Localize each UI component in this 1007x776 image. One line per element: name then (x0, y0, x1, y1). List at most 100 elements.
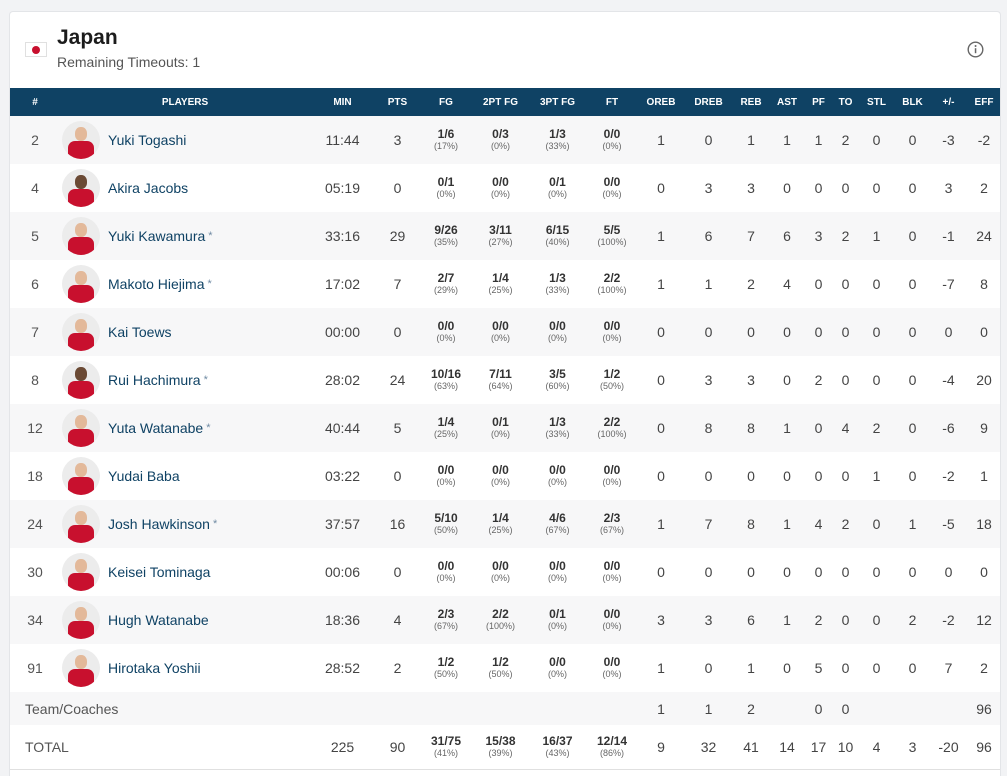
blk: 0 (908, 564, 917, 580)
team-name: Japan (57, 26, 118, 49)
fg: 5/10 (50%) (420, 500, 472, 548)
ast: 0 (783, 324, 791, 340)
stl: 1 (872, 468, 881, 484)
eff: 2 (980, 180, 988, 196)
dreb: 3 (704, 180, 713, 196)
to: 10 (837, 739, 854, 755)
player-name-link[interactable]: Yudai Baba (108, 468, 180, 484)
ast: 1 (783, 132, 791, 148)
fg-made-attempted: 5/10 (434, 511, 458, 525)
fg3: 4/6 (67%) (529, 500, 586, 548)
empty-plus-minus (931, 692, 966, 725)
ft: 0/0 (0%) (586, 548, 638, 596)
fg-percentage: (50%) (433, 669, 458, 679)
blk: 0 (908, 660, 917, 676)
empty-stl (859, 692, 894, 725)
fg3: 0/0 (0%) (529, 308, 586, 356)
blk: 1 (908, 516, 917, 532)
dreb: 0 (704, 468, 713, 484)
player-cell: Rui Hachimura * (60, 356, 310, 404)
oreb: 1 (657, 700, 665, 717)
player-name-link[interactable]: Hirotaka Yoshii (108, 660, 201, 676)
fg-percentage: (0%) (436, 333, 456, 343)
player-info: Akira Jacobs (60, 169, 310, 207)
pf: 4 (814, 516, 823, 532)
fg-made-attempted: 0/1 (437, 175, 455, 189)
empty-fg3 (529, 692, 586, 725)
fg2: 1/4 (25%) (472, 500, 529, 548)
ft: 0/0 (0%) (586, 116, 638, 164)
fg2-made-attempted: 3/11 (489, 223, 512, 237)
fg3-percentage: (0%) (547, 333, 567, 343)
fg2-made-attempted: 0/0 (492, 463, 509, 477)
points: 5 (393, 420, 402, 436)
ft: 0/0 (0%) (586, 308, 638, 356)
to: 0 (841, 372, 850, 388)
ft-percentage: (0%) (602, 189, 622, 199)
column-header-number: # (32, 96, 38, 108)
player-name-link[interactable]: Yuta Watanabe (108, 420, 203, 436)
player-info: Rui Hachimura * (60, 361, 310, 399)
ft: 0/0 (0%) (586, 164, 638, 212)
player-name-link[interactable]: Yuki Kawamura (108, 228, 205, 244)
fg2-percentage: (0%) (490, 189, 510, 199)
plus-minus: -6 (942, 420, 955, 436)
column-header-blk: BLK (902, 96, 923, 108)
points: 24 (389, 372, 406, 388)
plus-minus: 0 (944, 324, 953, 340)
points: 0 (393, 180, 402, 196)
fg-percentage: (35%) (433, 237, 458, 247)
ft-percentage: (50%) (599, 381, 624, 391)
player-avatar (62, 169, 100, 207)
to: 0 (841, 468, 850, 484)
fg3: 1/3 (33%) (529, 404, 586, 452)
ft-percentage: (100%) (597, 237, 627, 247)
fg2-percentage: (0%) (490, 333, 510, 343)
jersey-number: 12 (27, 420, 43, 436)
ft-percentage: (67%) (599, 525, 624, 535)
ft-percentage: (0%) (602, 141, 622, 151)
team-header: Japan Remaining Timeouts: 1 (10, 12, 1000, 88)
player-name-link[interactable]: Makoto Hiejima (108, 276, 204, 292)
oreb: 0 (657, 180, 665, 196)
player-name-link[interactable]: Rui Hachimura (108, 372, 201, 388)
blk: 0 (908, 180, 917, 196)
player-name-link[interactable]: Hugh Watanabe (108, 612, 209, 628)
jersey-number: 4 (31, 180, 39, 196)
player-cell: Hugh Watanabe (60, 596, 310, 644)
pf: 1 (814, 132, 823, 148)
player-cell: Yuta Watanabe * (60, 404, 310, 452)
player-name-link[interactable]: Josh Hawkinson (108, 516, 210, 532)
eff: 0 (980, 324, 988, 340)
fg-made-attempted: 0/0 (437, 319, 455, 333)
column-header-min: MIN (333, 96, 352, 108)
player-name-link[interactable]: Yuki Togashi (108, 132, 186, 148)
player-name-link[interactable]: Kai Toews (108, 324, 172, 340)
dreb: 0 (704, 564, 713, 580)
fg2-percentage: (0%) (490, 573, 510, 583)
pf: 0 (814, 276, 823, 292)
player-row: 18 Yudai Baba 03:22 0 0/0 (0%) 0/0 (0%) 0/0 (0%) 0… (10, 452, 1000, 500)
plus-minus: -3 (942, 132, 955, 148)
fg3-made-attempted: 1/3 (549, 415, 566, 429)
player-name-link[interactable]: Keisei Tominaga (108, 564, 210, 580)
dreb: 8 (704, 420, 713, 436)
column-header-eff: EFF (974, 96, 994, 108)
stl: 0 (872, 516, 881, 532)
player-name-link[interactable]: Akira Jacobs (108, 180, 188, 196)
plus-minus: -7 (942, 276, 955, 292)
jersey-number: 8 (31, 372, 39, 388)
starter-marker: * (206, 422, 211, 434)
ast: 1 (783, 612, 791, 628)
fg3: 0/0 (0%) (529, 452, 586, 500)
info-icon[interactable] (967, 41, 984, 58)
fg2: 15/38 (39%) (472, 725, 529, 769)
ast: 1 (783, 516, 791, 532)
blk: 0 (908, 372, 917, 388)
fg2-percentage: (0%) (490, 429, 510, 439)
ft-made-attempted: 0/0 (603, 127, 621, 141)
team-coaches-label: Team/Coaches (25, 700, 119, 717)
oreb: 3 (657, 612, 665, 628)
to: 0 (841, 700, 850, 717)
ft-percentage: (0%) (602, 333, 622, 343)
